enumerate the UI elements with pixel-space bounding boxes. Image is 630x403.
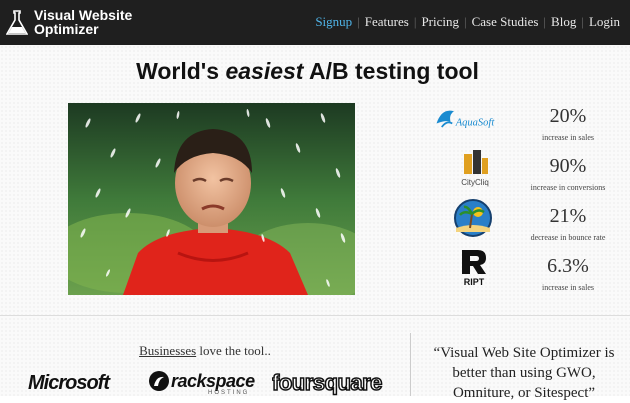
nav-case-studies[interactable]: Case Studies: [472, 14, 539, 30]
stat-value: 20%: [549, 105, 587, 127]
foursquare-logo-text: foursquare: [272, 370, 383, 396]
nav-signup[interactable]: Signup: [315, 14, 352, 30]
nav-login[interactable]: Login: [589, 14, 620, 30]
quote-line: Omniture, or Sitespect”: [452, 385, 596, 401]
section-divider: [0, 315, 630, 316]
microsoft-logo: Microsoft: [28, 372, 110, 394]
nav-separator: |: [581, 14, 584, 29]
ript-logo-text: RIPT: [464, 277, 485, 287]
stat-value: 6.3%: [547, 255, 589, 277]
nav-pricing[interactable]: Pricing: [421, 14, 459, 30]
nav-separator: |: [357, 14, 360, 29]
businesses-heading: Businesses love the tool..: [0, 343, 410, 359]
beach-logo-icon: [454, 199, 492, 237]
nav-separator: |: [413, 14, 417, 29]
headline-post: A/B testing tool: [303, 58, 479, 84]
stat-label: increase in conversions: [530, 183, 606, 192]
logo-line2: Optimizer: [34, 21, 99, 37]
quote-line: better than using GWO,: [452, 365, 596, 381]
ript-logo: RIPT: [462, 250, 486, 287]
businesses-rest: love the tool..: [196, 343, 271, 358]
vertical-divider: [410, 333, 411, 396]
rackspace-logo-text: rackspace: [171, 371, 255, 391]
headline-emphasis: easiest: [225, 58, 304, 84]
hero-photo-boy-in-rain: [68, 103, 355, 295]
aquasoft-logo: AquaSoft: [436, 110, 496, 128]
businesses-link[interactable]: Businesses: [139, 343, 196, 358]
flask-icon: [6, 10, 28, 35]
main-nav: Signup | Features | Pricing | Case Studi…: [315, 14, 620, 30]
logo-line1: Visual Website: [34, 7, 133, 23]
stat-value: 90%: [549, 155, 587, 177]
foursquare-logo: foursquare: [272, 370, 390, 396]
citycliq-logo: CityCliq: [461, 150, 489, 187]
rackspace-swirl-icon: [149, 371, 169, 391]
nav-separator: |: [543, 14, 547, 29]
stat-label: increase in sales: [542, 133, 594, 142]
testimonial-quote: “Visual Web Site Optimizer is better tha…: [418, 343, 630, 403]
top-navigation-bar: Visual Website Optimizer Signup | Featur…: [0, 0, 630, 45]
aquasoft-logo-text: AquaSoft: [455, 117, 496, 128]
headline-pre: World's: [136, 58, 226, 84]
quote-line: “Visual Web Site Optimizer is: [433, 345, 615, 361]
page-headline: World's easiest A/B testing tool: [0, 58, 615, 85]
stat-value: 21%: [549, 205, 587, 227]
citycliq-logo-text: CityCliq: [461, 178, 489, 187]
stat-label: decrease in bounce rate: [530, 233, 606, 242]
nav-separator: |: [464, 14, 467, 29]
nav-features[interactable]: Features: [365, 14, 409, 30]
stat-label: increase in sales: [542, 283, 594, 292]
rackspace-sub-text: HOSTING: [208, 390, 250, 396]
site-logo[interactable]: Visual Website Optimizer: [6, 8, 216, 38]
nav-blog[interactable]: Blog: [551, 14, 576, 30]
